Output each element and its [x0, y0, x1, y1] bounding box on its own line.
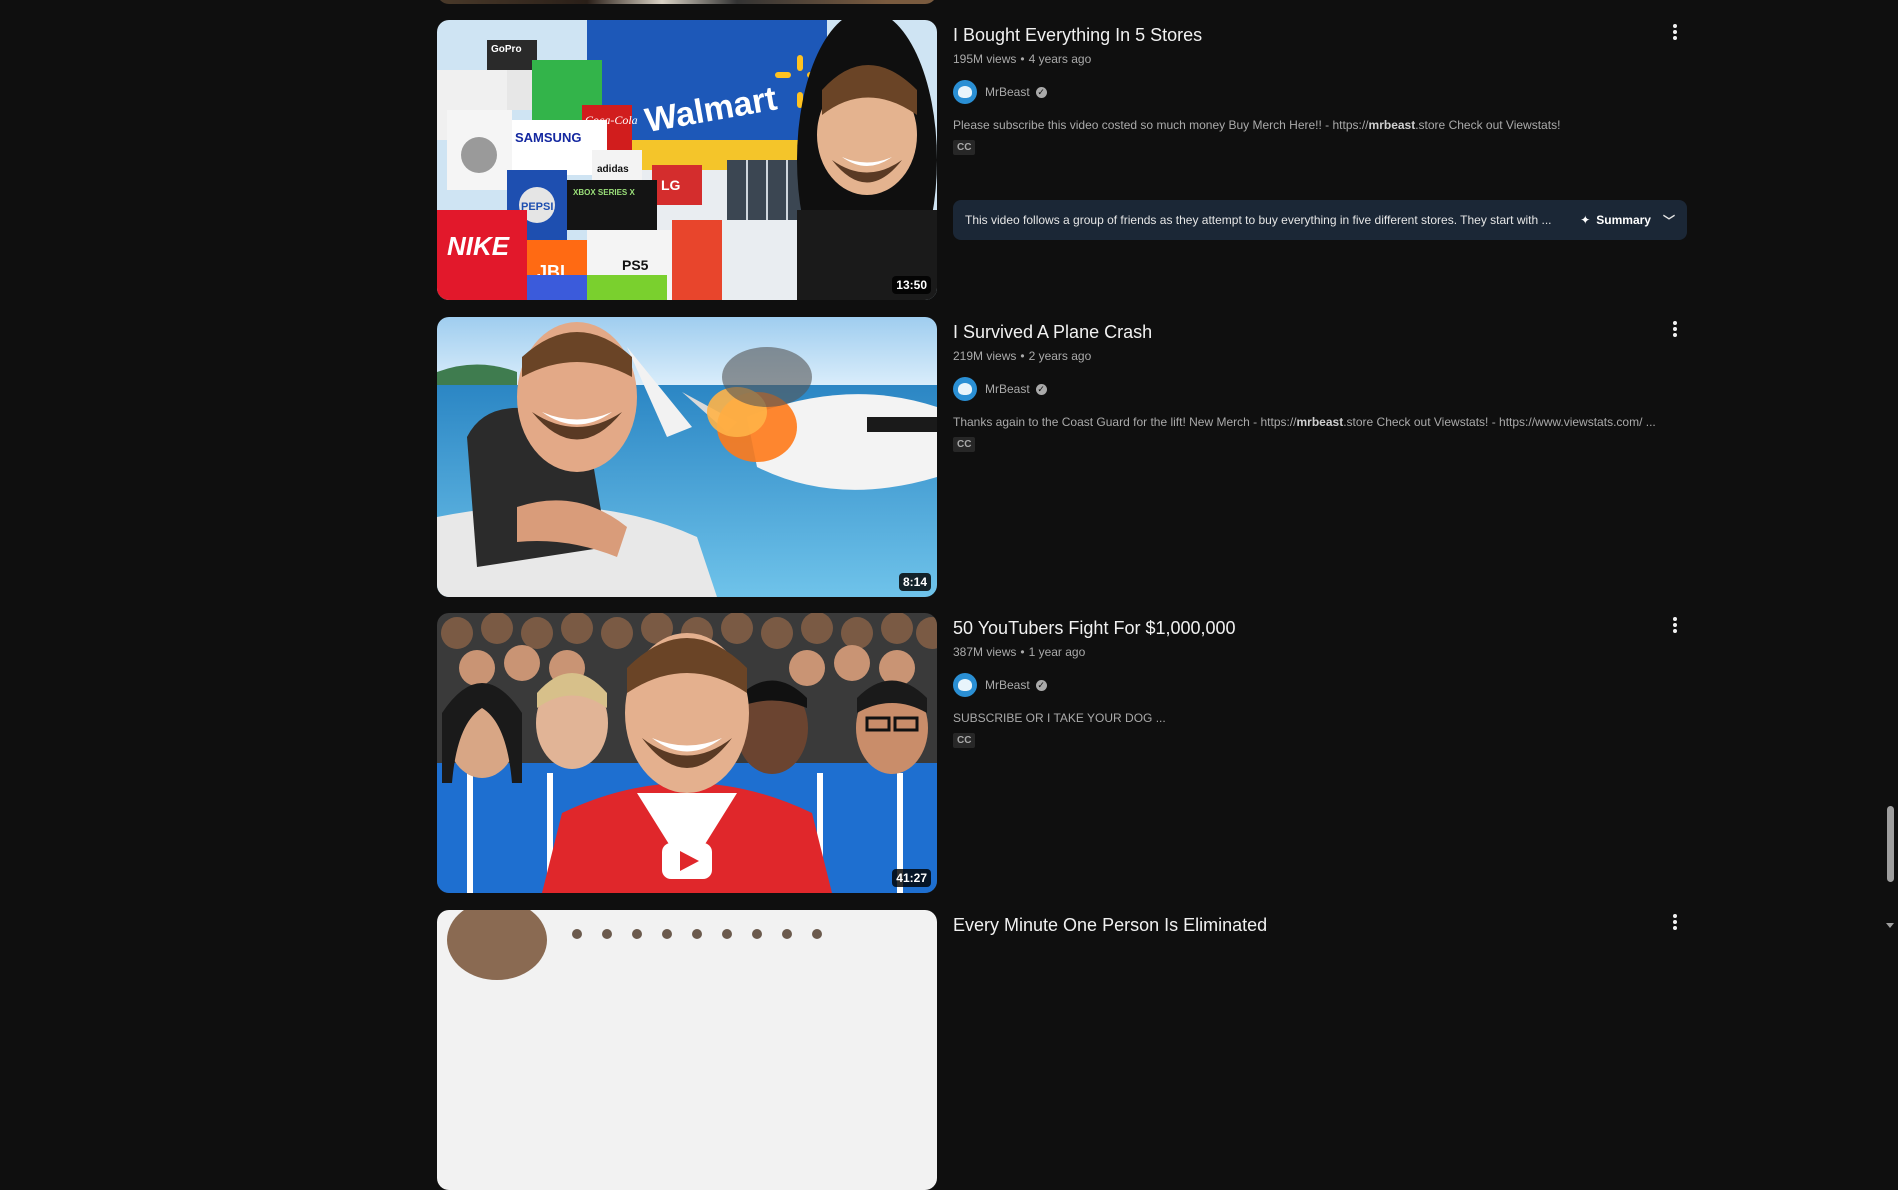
thumbnail-image-plane-crash: [437, 317, 937, 597]
view-count: 387M views: [953, 645, 1017, 659]
thumbnail-lg-text: LG: [661, 177, 681, 193]
verified-check-icon: ✓: [1035, 383, 1047, 395]
video-result: 8:14 I Survived A Plane Crash 219M views…: [437, 317, 1687, 597]
thumbnail-xbox-text: XBOX SERIES X: [573, 188, 635, 197]
video-description: Thanks again to the Coast Guard for the …: [953, 413, 1663, 431]
more-options-button[interactable]: [1663, 910, 1687, 934]
more-vert-icon: [1673, 920, 1677, 924]
view-count: 219M views: [953, 349, 1017, 363]
video-title[interactable]: I Bought Everything In 5 Stores: [953, 22, 1633, 48]
upload-age: 4 years ago: [1028, 52, 1092, 66]
scrollbar-thumb[interactable]: [1887, 806, 1894, 882]
video-thumbnail[interactable]: [437, 910, 937, 1190]
video-info: I Survived A Plane Crash 219M views • 2 ye…: [953, 317, 1687, 452]
channel-info: MrBeast ✓: [953, 80, 1687, 104]
thumbnail-image-stores: Walmart GoPro Coca-Cola SAMSUNG adidas L…: [437, 20, 937, 300]
page-scrollbar[interactable]: [1883, 0, 1898, 930]
video-duration-badge: 13:50: [892, 276, 931, 294]
description-text-end: .store Check out Viewstats!: [1415, 118, 1561, 132]
summary-text: This video follows a group of friends as…: [965, 213, 1552, 227]
video-result: Walmart GoPro Coca-Cola SAMSUNG adidas L…: [437, 20, 1687, 300]
description-text-start: Thanks again to the Coast Guard for the …: [953, 415, 1297, 429]
thumbnail-nike-text: NIKE: [447, 231, 510, 261]
closed-captions-badge: CC: [953, 437, 976, 452]
thumbnail-ps5-text: PS5: [622, 257, 649, 273]
channel-name[interactable]: MrBeast: [985, 85, 1030, 99]
summary-button[interactable]: ✦ Summary ﹀: [1580, 212, 1675, 229]
video-title[interactable]: 50 YouTubers Fight For $1,000,000: [953, 615, 1633, 641]
view-count: 195M views: [953, 52, 1017, 66]
video-metadata: 219M views • 2 years ago: [953, 349, 1092, 363]
ai-summary-bar[interactable]: This video follows a group of friends as…: [953, 200, 1687, 240]
verified-check-icon: ✓: [1035, 86, 1047, 98]
previous-video-thumbnail-edge[interactable]: [437, 0, 937, 4]
video-info: Every Minute One Person Is Eliminated: [953, 910, 1687, 938]
channel-info: MrBeast ✓: [953, 377, 1687, 401]
description-text-start: Please subscribe this video costed so mu…: [953, 118, 1369, 132]
thumbnail-adidas-text: adidas: [597, 164, 629, 175]
video-metadata: 387M views • 1 year ago: [953, 645, 1086, 659]
video-thumbnail[interactable]: 8:14: [437, 317, 937, 597]
description-link-bold[interactable]: mrbeast: [1297, 415, 1344, 429]
video-title[interactable]: Every Minute One Person Is Eliminated: [953, 912, 1633, 938]
upload-age: 1 year ago: [1028, 645, 1086, 659]
thumbnail-image-eliminated: [437, 910, 937, 1190]
video-description: Please subscribe this video costed so mu…: [953, 116, 1663, 134]
summary-label: Summary: [1596, 213, 1651, 227]
more-vert-icon: [1673, 327, 1677, 331]
video-thumbnail[interactable]: Walmart GoPro Coca-Cola SAMSUNG adidas L…: [437, 20, 937, 300]
channel-info: MrBeast ✓: [953, 673, 1687, 697]
channel-avatar[interactable]: [953, 80, 977, 104]
scroll-down-arrow-icon[interactable]: [1886, 923, 1894, 928]
channel-name[interactable]: MrBeast: [985, 382, 1030, 396]
channel-name[interactable]: MrBeast: [985, 678, 1030, 692]
closed-captions-badge: CC: [953, 140, 976, 155]
description-text-end: .store Check out Viewstats! - https://ww…: [1343, 415, 1656, 429]
video-metadata: 195M views • 4 years ago: [953, 52, 1092, 66]
upload-age: 2 years ago: [1028, 349, 1092, 363]
video-duration-badge: 41:27: [892, 869, 931, 887]
verified-check-icon: ✓: [1035, 679, 1047, 691]
video-duration-badge: 8:14: [898, 573, 931, 591]
closed-captions-badge: CC: [953, 733, 976, 748]
video-info: 50 YouTubers Fight For $1,000,000 387M v…: [953, 613, 1687, 748]
video-title[interactable]: I Survived A Plane Crash: [953, 319, 1633, 345]
more-vert-icon: [1673, 30, 1677, 34]
video-thumbnail[interactable]: 41:27: [437, 613, 937, 893]
video-result: Every Minute One Person Is Eliminated: [437, 910, 1687, 1190]
more-vert-icon: [1673, 623, 1677, 627]
sparkle-icon: ✦: [1580, 213, 1591, 227]
more-options-button[interactable]: [1663, 317, 1687, 341]
more-options-button[interactable]: [1663, 20, 1687, 44]
chevron-down-icon: ﹀: [1662, 213, 1675, 228]
thumbnail-samsung-text: SAMSUNG: [515, 130, 581, 145]
channel-avatar[interactable]: [953, 377, 977, 401]
channel-avatar[interactable]: [953, 673, 977, 697]
more-options-button[interactable]: [1663, 613, 1687, 637]
video-result: 41:27 50 YouTubers Fight For $1,000,000 …: [437, 613, 1687, 893]
description-link-bold[interactable]: mrbeast: [1369, 118, 1416, 132]
video-info: I Bought Everything In 5 Stores 195M vie…: [953, 20, 1687, 240]
thumbnail-gopro-text: GoPro: [491, 44, 522, 55]
thumbnail-image-youtubers: [437, 613, 937, 893]
video-description: SUBSCRIBE OR I TAKE YOUR DOG ...: [953, 711, 1166, 725]
